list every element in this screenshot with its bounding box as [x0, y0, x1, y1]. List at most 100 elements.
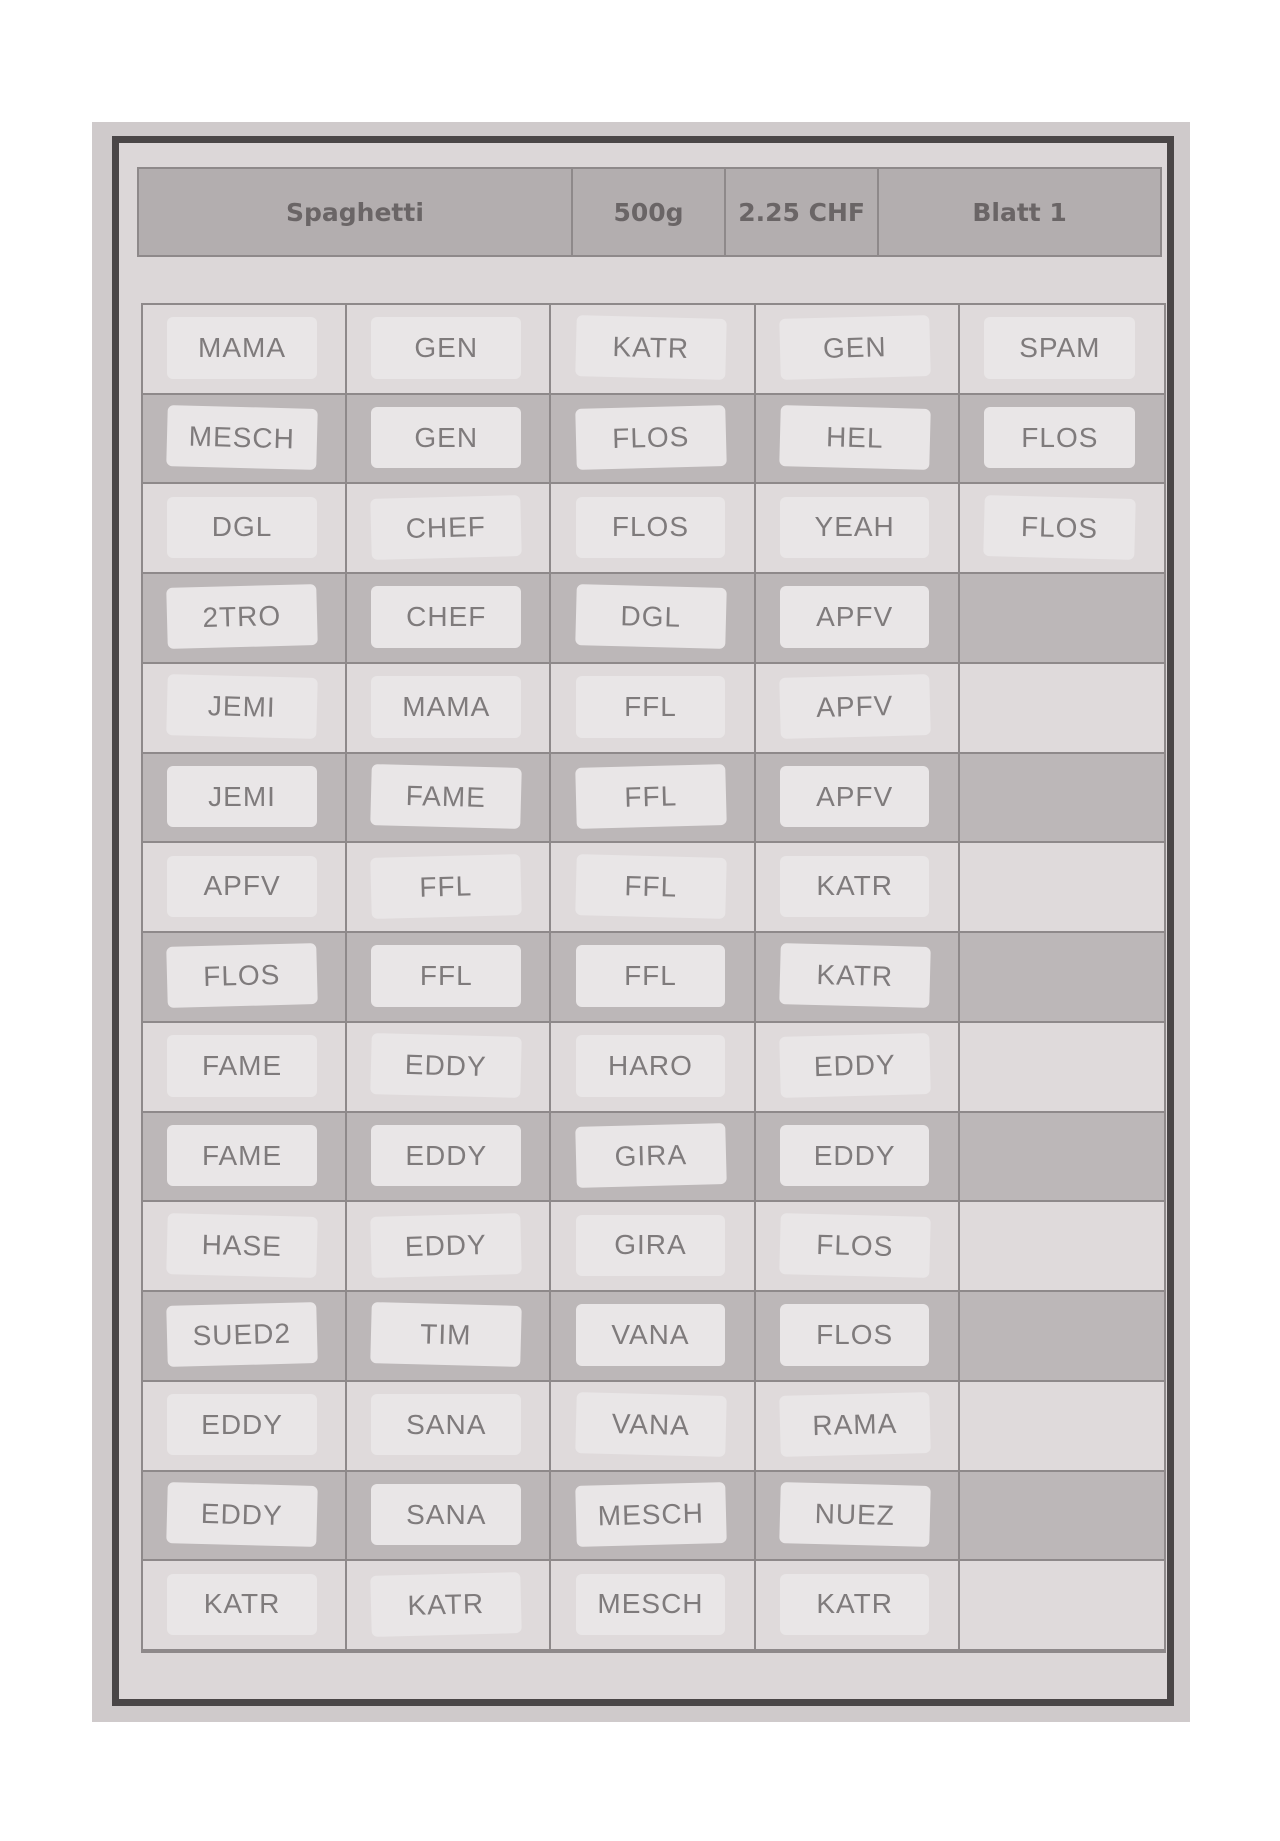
name-grid: MAMA GEN KATR GEN SPAM MESCH GEN FLOS HEL FLOS DGL…: [141, 303, 1166, 1653]
grid-cell: JEMI: [143, 753, 348, 844]
name-sticker: KATR: [779, 855, 930, 918]
grid-cell: DGL: [551, 574, 756, 664]
grid-cell: HARO: [551, 1022, 756, 1113]
name-sticker: TIM: [370, 1302, 522, 1368]
grid-cell: FAME: [143, 1022, 348, 1113]
name-sticker: RAMA: [779, 1392, 931, 1458]
name-sticker: FAME: [167, 1035, 317, 1097]
grid-cell: [959, 1561, 1164, 1651]
name-sticker: FLOS: [779, 1212, 931, 1278]
tally-sheet: Spaghetti 500g 2.25 CHF Blatt 1 MAMA GEN K…: [112, 136, 1174, 1706]
name-sticker: FAME: [370, 763, 522, 830]
grid-cell: KATR: [143, 1561, 348, 1651]
name-sticker: GEN: [371, 317, 522, 379]
grid-cell: FFL: [551, 843, 756, 934]
name-sticker: KATR: [779, 1573, 930, 1635]
grid-cell: SANA: [347, 1471, 552, 1562]
grid-cell: APFV: [755, 663, 960, 754]
name-sticker: FFL: [574, 853, 727, 920]
grid-cell: EDDY: [143, 1471, 348, 1562]
name-sticker: FFL: [575, 676, 726, 738]
grid-cell: GEN: [347, 394, 552, 485]
name-sticker: FFL: [371, 945, 522, 1007]
grid-cell: YEAH: [755, 484, 960, 575]
name-sticker: GEN: [371, 407, 522, 469]
grid-cell: KATR: [755, 1561, 960, 1651]
name-sticker: MESCH: [574, 1481, 727, 1548]
grid-cell: [959, 843, 1164, 934]
grid-cell: [959, 1381, 1164, 1472]
name-sticker: EDDY: [779, 1124, 930, 1187]
grid-cell: RAMA: [755, 1381, 960, 1472]
name-sticker: GEN: [779, 315, 931, 381]
grid-cell: FLOS: [551, 394, 756, 485]
name-sticker: APFV: [167, 855, 317, 918]
name-sticker: HASE: [166, 1212, 318, 1278]
grid-cell: KATR: [755, 843, 960, 934]
grid-cell: MESCH: [551, 1471, 756, 1562]
name-sticker: MAMA: [167, 317, 317, 379]
grid-cell: MESCH: [551, 1561, 756, 1651]
grid-cell: [959, 933, 1164, 1023]
name-sticker: EDDY: [779, 1033, 931, 1099]
name-sticker: GIRA: [575, 1214, 726, 1277]
name-sticker: FLOS: [984, 407, 1136, 469]
grid-cell: GEN: [755, 305, 960, 395]
grid-cell: FAME: [347, 753, 552, 844]
name-sticker: VANA: [575, 1304, 726, 1366]
grid-cell: GIRA: [551, 1112, 756, 1203]
grid-cell: FFL: [551, 933, 756, 1023]
grid-cell: MESCH: [143, 394, 348, 485]
grid-cell: JEMI: [143, 663, 348, 754]
name-sticker: APFV: [779, 586, 930, 648]
name-sticker: EDDY: [370, 1212, 522, 1278]
grid-cell: FAME: [143, 1112, 348, 1203]
name-sticker: SANA: [371, 1483, 522, 1546]
grid-cell: HEL: [755, 394, 960, 485]
grid-cell: KATR: [347, 1561, 552, 1651]
grid-cell: [959, 1292, 1164, 1382]
name-sticker: HEL: [779, 405, 931, 471]
name-sticker: KATR: [779, 943, 931, 1009]
grid-cell: VANA: [551, 1292, 756, 1382]
name-sticker: EDDY: [370, 1033, 522, 1099]
name-sticker: MESCH: [575, 1573, 726, 1635]
name-sticker: 2TRO: [166, 584, 318, 650]
grid-cell: EDDY: [347, 1022, 552, 1113]
name-sticker: DGL: [574, 584, 727, 650]
grid-cell: MAMA: [347, 663, 552, 754]
grid-cell: GEN: [347, 305, 552, 395]
name-sticker: FAME: [167, 1124, 317, 1187]
grid-cell: CHEF: [347, 484, 552, 575]
name-sticker: HARO: [575, 1035, 726, 1097]
grid-cell: 2TRO: [143, 574, 348, 664]
grid-cell: [959, 1112, 1164, 1203]
grid-cell: FLOS: [755, 1292, 960, 1382]
grid-cell: [959, 753, 1164, 844]
name-sticker: JEMI: [167, 765, 317, 828]
grid-cell: GIRA: [551, 1202, 756, 1293]
sheet-number: Blatt 1: [972, 197, 1067, 227]
grid-cell: FFL: [551, 663, 756, 754]
grid-cell: EDDY: [143, 1381, 348, 1472]
grid-cell: APFV: [755, 753, 960, 844]
name-sticker: NUEZ: [779, 1481, 931, 1548]
grid-cell: SANA: [347, 1381, 552, 1472]
grid-cell: FFL: [347, 933, 552, 1023]
name-sticker: FFL: [574, 763, 727, 830]
name-sticker: APFV: [779, 765, 930, 828]
name-sticker: FFL: [370, 853, 522, 920]
name-sticker: MAMA: [371, 676, 522, 738]
name-sticker: JEMI: [166, 674, 318, 740]
grid-cell: VANA: [551, 1381, 756, 1472]
grid-cell: HASE: [143, 1202, 348, 1293]
grid-cell: APFV: [755, 574, 960, 664]
sheet-header: Spaghetti 500g 2.25 CHF Blatt 1: [137, 167, 1162, 257]
name-sticker: SUED2: [166, 1302, 318, 1368]
name-sticker: MESCH: [166, 405, 318, 471]
name-sticker: CHEF: [370, 494, 522, 561]
name-sticker: FLOS: [166, 943, 318, 1009]
grid-cell: DGL: [143, 484, 348, 575]
name-sticker: FLOS: [983, 494, 1137, 561]
grid-cell: TIM: [347, 1292, 552, 1382]
